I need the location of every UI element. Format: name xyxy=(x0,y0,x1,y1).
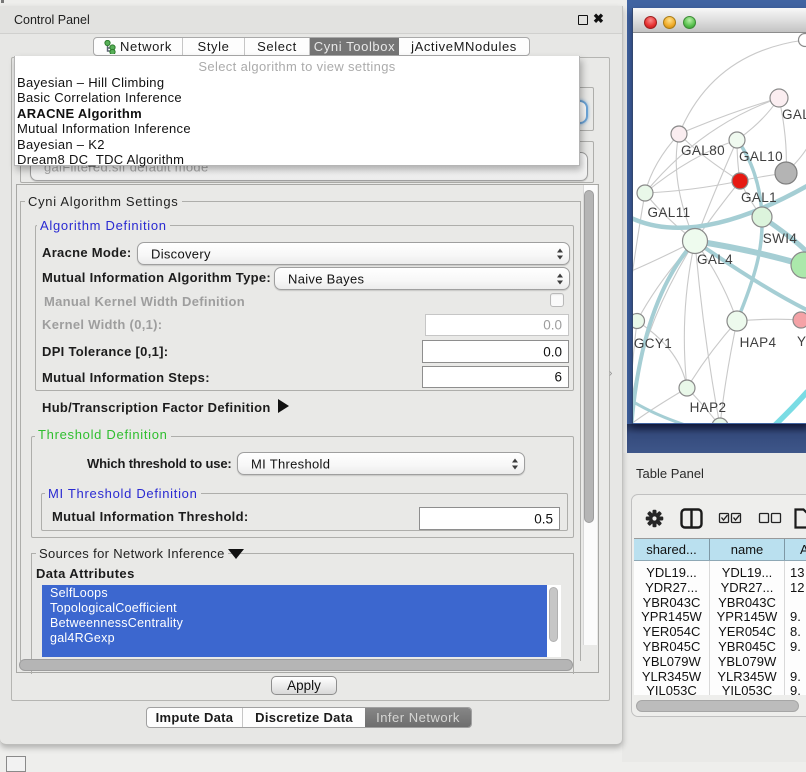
svg-text:Y: Y xyxy=(797,334,806,349)
svg-text:GCY1: GCY1 xyxy=(634,336,672,351)
svg-text:GAL10: GAL10 xyxy=(739,149,783,164)
svg-text:GAL80: GAL80 xyxy=(681,143,725,158)
svg-text:GAL11: GAL11 xyxy=(647,205,690,220)
svg-text:HAP2: HAP2 xyxy=(690,400,727,415)
svg-text:GAL1: GAL1 xyxy=(741,190,777,205)
svg-text:GAL2: GAL2 xyxy=(782,107,806,122)
svg-text:SWI4: SWI4 xyxy=(763,231,798,246)
svg-text:GAL4: GAL4 xyxy=(697,252,733,267)
svg-text:HAP4: HAP4 xyxy=(740,335,777,350)
